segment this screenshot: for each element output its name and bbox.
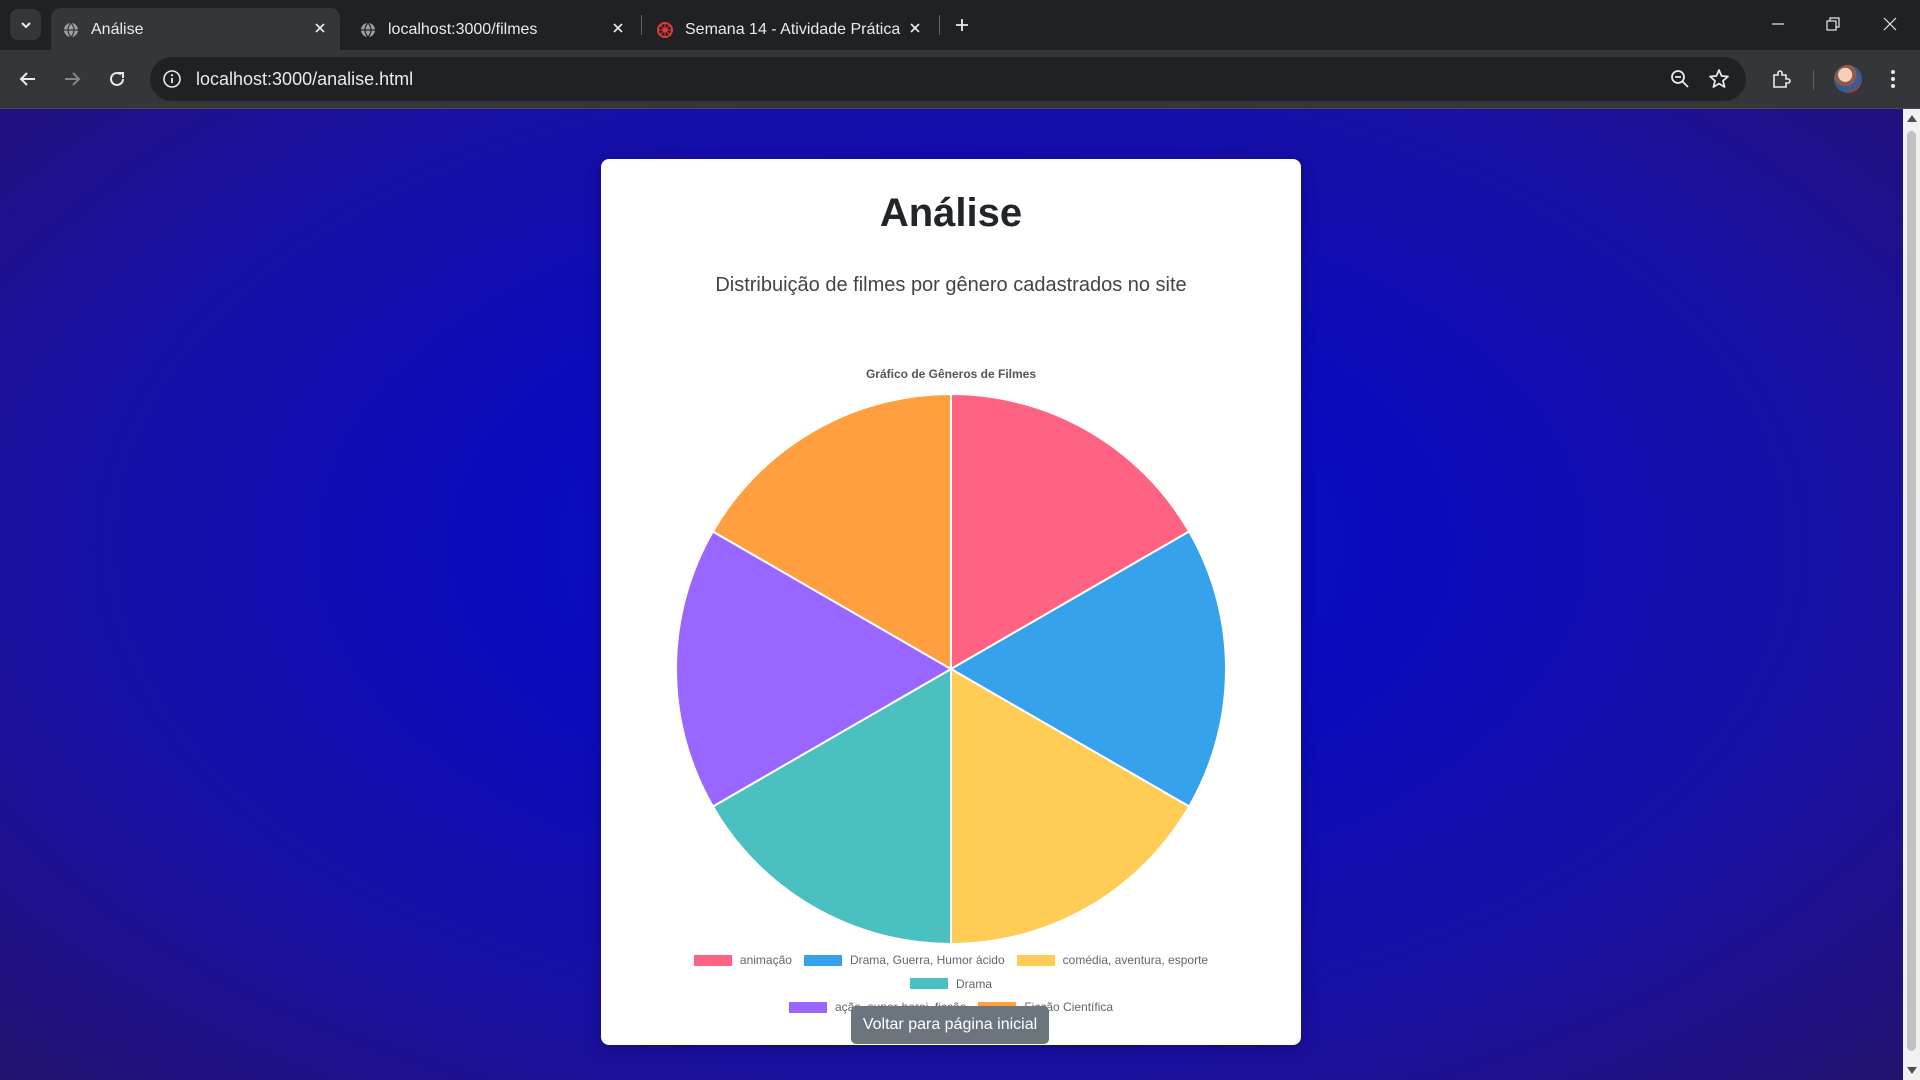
globe-icon bbox=[361, 22, 375, 38]
tab-title: Semana 14 - Atividade Prática bbox=[685, 21, 901, 38]
legend-item[interactable]: comédia, aventura, esporte bbox=[1016, 949, 1209, 971]
menu-button[interactable] bbox=[1877, 63, 1909, 95]
legend-label: animação bbox=[739, 953, 792, 967]
browser-toolbar: localhost:3000/analise.html bbox=[0, 50, 1920, 109]
tab-title: Análise bbox=[91, 21, 144, 38]
tab-search-button[interactable] bbox=[10, 9, 41, 40]
close-tab-icon[interactable] bbox=[905, 18, 925, 38]
chart-title: Gráfico de Gêneros de Filmes bbox=[865, 367, 1037, 381]
close-icon bbox=[1883, 17, 1897, 31]
back-nav-button[interactable] bbox=[12, 63, 44, 95]
close-tab-icon[interactable] bbox=[310, 18, 330, 38]
minimize-icon bbox=[1772, 23, 1784, 25]
scroll-down-arrow[interactable] bbox=[1907, 1067, 1917, 1074]
legend-label: comédia, aventura, esporte bbox=[1062, 953, 1209, 967]
restore-icon bbox=[1826, 17, 1840, 31]
legend-item[interactable]: animação bbox=[693, 949, 792, 971]
extensions-button[interactable] bbox=[1765, 63, 1797, 95]
puzzle-icon bbox=[1773, 70, 1791, 88]
bookmark-star-icon[interactable] bbox=[1708, 68, 1730, 90]
url-text[interactable]: localhost:3000/analise.html bbox=[196, 69, 413, 90]
legend-swatch bbox=[788, 1001, 827, 1013]
page-title: Análise bbox=[879, 191, 1023, 235]
analysis-card: Análise Distribuição de filmes por gêner… bbox=[601, 159, 1301, 1045]
scroll-up-arrow[interactable] bbox=[1907, 115, 1917, 122]
page-scrollbar[interactable] bbox=[1903, 109, 1920, 1080]
reload-icon bbox=[110, 71, 124, 86]
toolbar-separator bbox=[1813, 70, 1814, 90]
arrow-right-icon bbox=[65, 72, 81, 86]
legend-item[interactable]: Drama, Guerra, Humor ácido bbox=[803, 949, 1005, 971]
forward-nav-button[interactable] bbox=[56, 63, 88, 95]
genre-pie-chart bbox=[675, 392, 1227, 946]
globe-icon bbox=[64, 22, 78, 38]
plus-icon bbox=[956, 19, 968, 31]
chevron-down-icon bbox=[20, 21, 31, 28]
legend-swatch bbox=[909, 978, 948, 989]
close-tab-icon[interactable] bbox=[608, 18, 628, 38]
tab-filmes[interactable]: localhost:3000/filmes bbox=[348, 8, 638, 50]
puc-logo-icon bbox=[657, 22, 673, 38]
info-icon[interactable] bbox=[162, 69, 182, 89]
tab-separator bbox=[939, 15, 940, 35]
legend-swatch bbox=[693, 954, 732, 966]
profile-avatar[interactable] bbox=[1834, 65, 1862, 93]
scroll-thumb[interactable] bbox=[1907, 131, 1916, 1051]
arrow-left-icon bbox=[19, 72, 35, 86]
tab-semana14[interactable]: Semana 14 - Atividade Prática bbox=[645, 8, 935, 50]
reload-button[interactable] bbox=[101, 63, 133, 95]
new-tab-button[interactable] bbox=[950, 13, 974, 37]
zoom-out-icon[interactable] bbox=[1670, 69, 1690, 89]
legend-item[interactable]: Drama bbox=[909, 973, 992, 995]
legend-label: Drama, Guerra, Humor ácido bbox=[849, 953, 1005, 967]
tab-title: localhost:3000/filmes bbox=[388, 21, 538, 38]
address-bar[interactable]: localhost:3000/analise.html bbox=[150, 57, 1746, 101]
tab-separator bbox=[641, 15, 642, 35]
close-window-button[interactable] bbox=[1870, 8, 1910, 40]
restore-button[interactable] bbox=[1813, 8, 1853, 40]
tab-analise[interactable]: Análise bbox=[51, 8, 340, 50]
back-home-button[interactable]: Voltar para página inicial bbox=[851, 1006, 1049, 1044]
legend-swatch bbox=[1016, 954, 1055, 966]
tab-strip: Análise localhost:3000/filmes Semana 14 … bbox=[0, 0, 1920, 50]
page-viewport: Análise Distribuição de filmes por gêner… bbox=[0, 109, 1903, 1080]
legend-swatch bbox=[803, 954, 842, 966]
legend-label: Drama bbox=[955, 976, 992, 991]
kebab-menu-icon bbox=[1891, 70, 1895, 88]
minimize-button[interactable] bbox=[1758, 8, 1798, 40]
page-subtitle: Distribuição de filmes por gênero cadast… bbox=[715, 274, 1187, 296]
